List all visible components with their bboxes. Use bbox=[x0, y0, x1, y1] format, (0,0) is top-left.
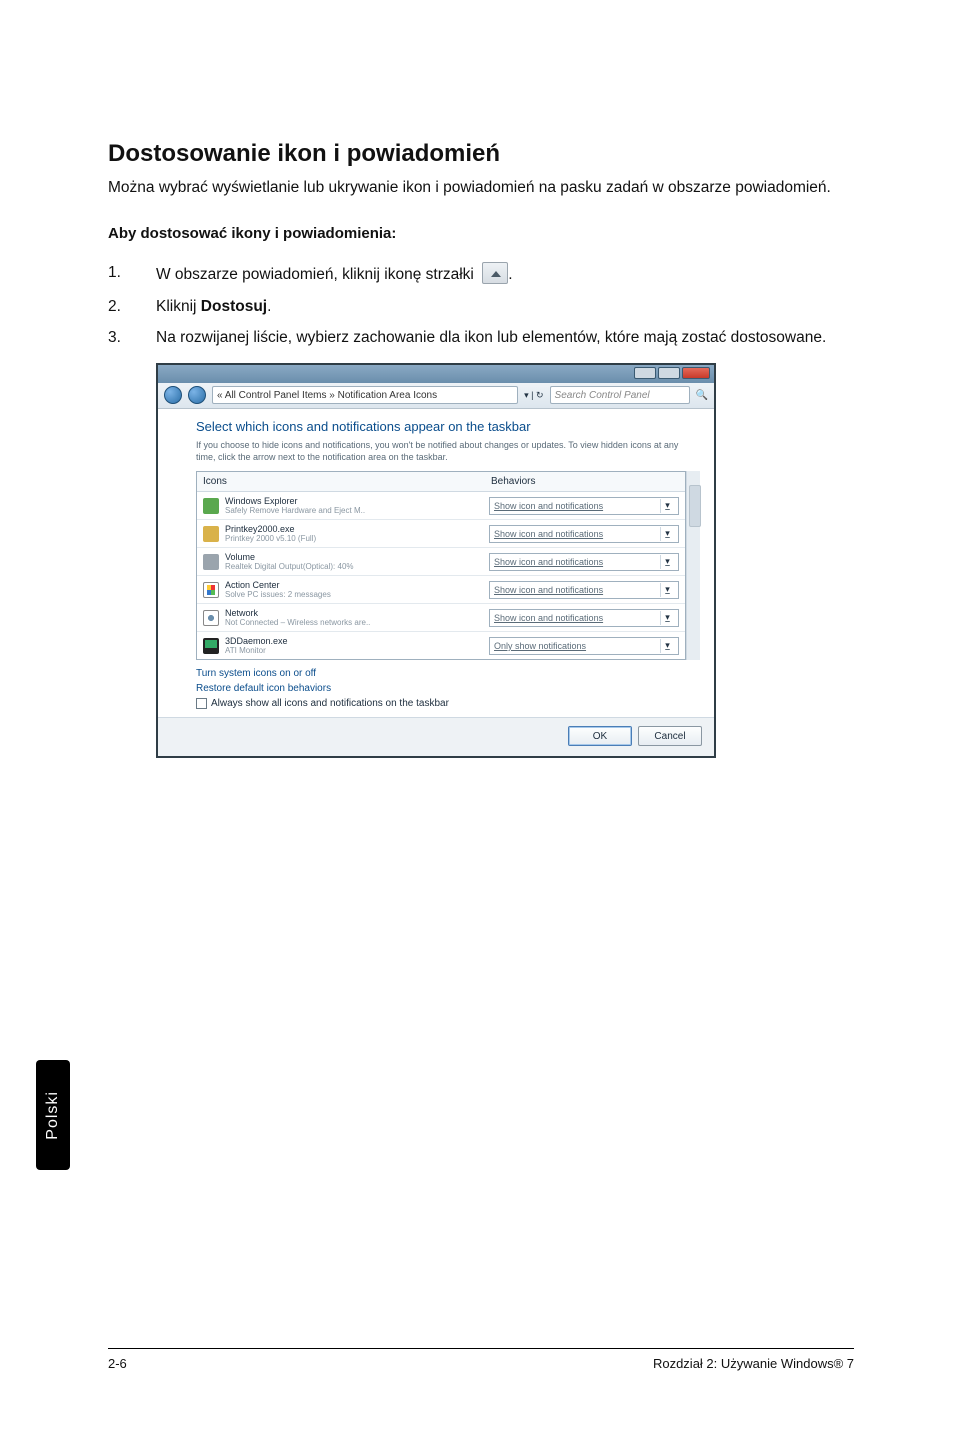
column-header-behaviors: Behaviors bbox=[485, 472, 685, 491]
forward-button[interactable] bbox=[188, 386, 206, 404]
link-restore-defaults[interactable]: Restore default icon behaviors bbox=[196, 683, 700, 694]
behavior-dropdown[interactable]: Only show notifications ▾ bbox=[489, 637, 679, 655]
link-turn-system-icons[interactable]: Turn system icons on or off bbox=[196, 668, 700, 679]
window-minimize-button[interactable] bbox=[634, 367, 656, 379]
behavior-value: Show icon and notifications bbox=[494, 557, 603, 567]
chevron-down-icon: ▾ bbox=[660, 583, 674, 597]
step-number: 1. bbox=[108, 262, 156, 286]
always-show-label: Always show all icons and notifications … bbox=[211, 698, 449, 709]
window-maximize-button[interactable] bbox=[658, 367, 680, 379]
app-icon bbox=[203, 554, 219, 570]
search-icon[interactable]: 🔍 bbox=[696, 390, 708, 401]
chapter-label: Rozdział 2: Używanie Windows® 7 bbox=[653, 1356, 854, 1371]
back-button[interactable] bbox=[164, 386, 182, 404]
app-icon bbox=[203, 638, 219, 654]
app-icon bbox=[203, 498, 219, 514]
icon-label: Windows ExplorerSafely Remove Hardware a… bbox=[225, 496, 489, 515]
table-row: NetworkNot Connected – Wireless networks… bbox=[197, 604, 685, 632]
icon-label: Printkey2000.exePrintkey 2000 v5.10 (Ful… bbox=[225, 524, 489, 543]
behavior-dropdown[interactable]: Show icon and notifications ▾ bbox=[489, 497, 679, 515]
show-hidden-icons-arrow-icon bbox=[482, 262, 508, 284]
icon-label: Action CenterSolve PC issues: 2 messages bbox=[225, 580, 489, 599]
step-number: 2. bbox=[108, 296, 156, 318]
search-placeholder: Search Control Panel bbox=[555, 390, 650, 401]
step-text: W obszarze powiadomień, kliknij ikonę st… bbox=[156, 262, 854, 286]
footer-rule bbox=[108, 1348, 854, 1349]
chevron-down-icon: ▾ bbox=[660, 611, 674, 625]
behavior-value: Only show notifications bbox=[494, 641, 586, 651]
chevron-down-icon: ▾ bbox=[660, 527, 674, 541]
language-tab: Polski bbox=[36, 1060, 70, 1170]
column-header-icons: Icons bbox=[197, 472, 485, 491]
table-row: VolumeRealtek Digital Output(Optical): 4… bbox=[197, 548, 685, 576]
icon-label: NetworkNot Connected – Wireless networks… bbox=[225, 608, 489, 627]
behavior-dropdown[interactable]: Show icon and notifications ▾ bbox=[489, 581, 679, 599]
dialog-heading: Select which icons and notifications app… bbox=[196, 419, 700, 434]
ok-button[interactable]: OK bbox=[568, 726, 632, 746]
icon-label: VolumeRealtek Digital Output(Optical): 4… bbox=[225, 552, 489, 571]
step-number: 3. bbox=[108, 327, 156, 349]
table-row: Windows ExplorerSafely Remove Hardware a… bbox=[197, 492, 685, 520]
chevron-down-icon: ▾ bbox=[660, 555, 674, 569]
step-text: Na rozwijanej liście, wybierz zachowanie… bbox=[156, 327, 854, 349]
explorer-address-bar: « All Control Panel Items » Notification… bbox=[158, 383, 714, 409]
icon-label: 3DDaemon.exeATI Monitor bbox=[225, 636, 489, 655]
table-row: Action CenterSolve PC issues: 2 messages… bbox=[197, 576, 685, 604]
steps-heading: Aby dostosować ikony i powiadomienia: bbox=[108, 225, 854, 242]
chevron-down-icon: ▾ bbox=[660, 639, 674, 653]
search-input[interactable]: Search Control Panel bbox=[550, 386, 690, 404]
behavior-value: Show icon and notifications bbox=[494, 585, 603, 595]
step-text: Kliknij Dostosuj. bbox=[156, 296, 854, 318]
page-number: 2-6 bbox=[108, 1356, 127, 1371]
cancel-button[interactable]: Cancel bbox=[638, 726, 702, 746]
app-icon bbox=[203, 610, 219, 626]
table-row: 3DDaemon.exeATI MonitorOnly show notific… bbox=[197, 632, 685, 659]
window-titlebar bbox=[158, 365, 714, 383]
steps-list: 1. W obszarze powiadomień, kliknij ikonę… bbox=[108, 262, 854, 349]
page-title: Dostosowanie ikon i powiadomień bbox=[108, 140, 854, 168]
chevron-down-icon: ▾ bbox=[660, 499, 674, 513]
behavior-value: Show icon and notifications bbox=[494, 529, 603, 539]
window-close-button[interactable] bbox=[682, 367, 710, 379]
behavior-dropdown[interactable]: Show icon and notifications ▾ bbox=[489, 525, 679, 543]
breadcrumb: « All Control Panel Items » Notification… bbox=[217, 390, 437, 401]
app-icon bbox=[203, 582, 219, 598]
scrollbar[interactable] bbox=[686, 471, 700, 660]
table-row: Printkey2000.exePrintkey 2000 v5.10 (Ful… bbox=[197, 520, 685, 548]
address-field[interactable]: « All Control Panel Items » Notification… bbox=[212, 386, 518, 404]
behavior-dropdown[interactable]: Show icon and notifications ▾ bbox=[489, 609, 679, 627]
language-tab-label: Polski bbox=[44, 1091, 62, 1140]
dialog-hint: If you choose to hide icons and notifica… bbox=[196, 440, 700, 463]
behavior-dropdown[interactable]: Show icon and notifications ▾ bbox=[489, 553, 679, 571]
behavior-value: Show icon and notifications bbox=[494, 501, 603, 511]
app-icon bbox=[203, 526, 219, 542]
behavior-value: Show icon and notifications bbox=[494, 613, 603, 623]
lead-paragraph: Można wybrać wyświetlanie lub ukrywanie … bbox=[108, 178, 854, 199]
always-show-checkbox[interactable] bbox=[196, 698, 207, 709]
screenshot-notification-area-icons: « All Control Panel Items » Notification… bbox=[156, 363, 716, 758]
